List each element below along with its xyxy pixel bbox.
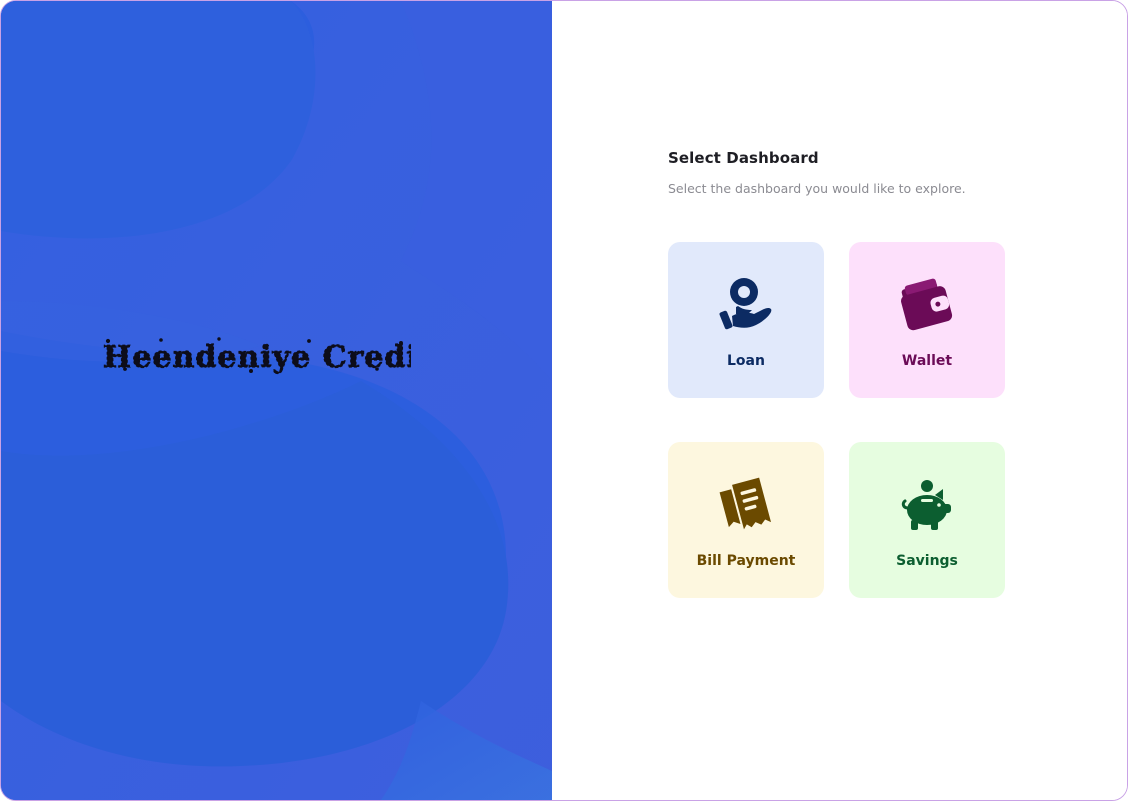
loan-hand-coin-icon	[719, 278, 772, 330]
wallet-dashboard-card[interactable]: Wallet	[849, 242, 1005, 398]
brand-name: Heendeniye Credits	[103, 340, 411, 375]
piggy-bank-icon	[901, 480, 951, 530]
savings-dashboard-card[interactable]: Savings	[849, 442, 1005, 598]
bill-payment-dashboard-card[interactable]: Bill Payment	[668, 442, 824, 598]
wallet-card-label: Wallet	[901, 353, 953, 369]
brand-logo: Heendeniye Credits	[102, 337, 411, 376]
savings-card-label: Savings	[896, 553, 958, 569]
brand-background-shapes	[1, 1, 552, 800]
wallet-icon	[901, 278, 953, 331]
page-subtitle: Select the dashboard you would like to e…	[668, 181, 966, 196]
loan-card-label: Loan	[727, 353, 765, 369]
receipt-icon	[719, 477, 772, 530]
loan-dashboard-card[interactable]: Loan	[668, 242, 824, 398]
brand-panel: Heendeniye Credits	[1, 1, 552, 800]
dashboard-select-panel: Select Dashboard Select the dashboard yo…	[552, 1, 1127, 800]
bill-payment-card-label: Bill Payment	[696, 553, 796, 569]
page-title: Select Dashboard	[668, 149, 819, 167]
app-window: Heendeniye Credits Select Dashboard Sele…	[0, 0, 1128, 801]
